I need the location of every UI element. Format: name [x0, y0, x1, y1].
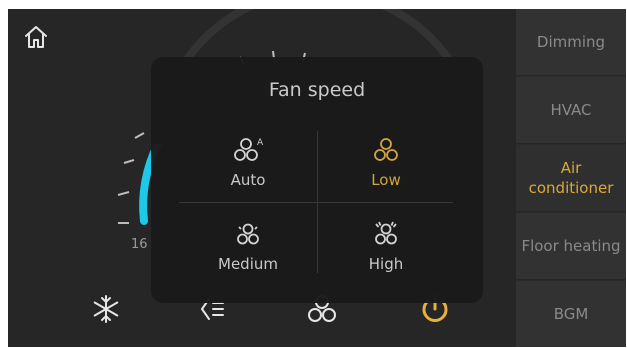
sidebar-item-air-conditioner[interactable]: Air conditioner	[516, 145, 626, 212]
option-label: Low	[371, 171, 401, 189]
sidebar-item-bgm[interactable]: BGM	[516, 281, 626, 347]
main-panel: 16 Fan speed A Auto Low Medium High	[8, 9, 516, 347]
sidebar-item-label: Floor heating	[521, 237, 621, 255]
fan-auto-icon: A	[234, 138, 264, 161]
sidebar-item-dimming[interactable]: Dimming	[516, 9, 626, 76]
gauge-min-label: 16	[131, 237, 148, 252]
sidebar-item-floor-heating[interactable]: Floor heating	[516, 213, 626, 280]
sidebar-item-hvac[interactable]: HVAC	[516, 77, 626, 144]
snowflake-icon[interactable]	[88, 291, 124, 327]
fan-medium-icon	[237, 223, 259, 245]
fan-high-icon	[375, 221, 397, 245]
sidebar-item-label: BGM	[553, 305, 589, 323]
sidebar-item-label: Dimming	[536, 33, 606, 51]
fan-speed-option-low[interactable]: Low	[321, 135, 451, 205]
fan-speed-option-auto[interactable]: A Auto	[183, 135, 313, 205]
app-frame: 16 Fan speed A Auto Low Medium High Dimm…	[8, 9, 626, 347]
fan-speed-dialog: Fan speed A Auto Low Medium High	[151, 57, 483, 303]
option-label: Auto	[230, 171, 266, 189]
sidebar-item-label: Air conditioner	[528, 159, 614, 197]
option-label: Medium	[218, 255, 278, 273]
option-label: High	[368, 255, 404, 273]
dialog-title: Fan speed	[268, 79, 366, 101]
fan-speed-option-high[interactable]: High	[321, 219, 451, 289]
fan-low-icon	[374, 138, 398, 161]
svg-text:A: A	[257, 138, 264, 148]
sidebar-item-label: HVAC	[550, 101, 592, 119]
sidebar: Dimming HVAC Air conditioner Floor heati…	[516, 9, 626, 347]
fan-speed-option-medium[interactable]: Medium	[183, 219, 313, 289]
